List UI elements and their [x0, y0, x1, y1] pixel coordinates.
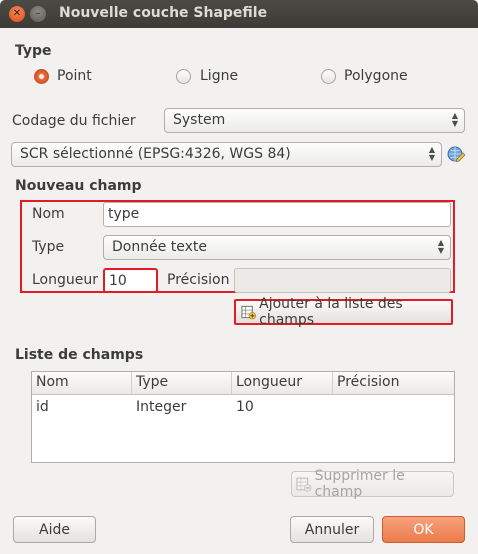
radio-ligne[interactable]: [176, 69, 191, 84]
name-label: Nom: [32, 206, 65, 222]
new-field-title: Nouveau champ: [15, 178, 142, 194]
delete-field-button[interactable]: Supprimer le champ: [291, 468, 454, 500]
combo-arrows-icon: ▲ ▼: [451, 111, 458, 128]
radio-ligne-label[interactable]: Ligne: [200, 68, 238, 84]
column-header-nom[interactable]: Nom: [32, 372, 132, 394]
remove-from-table-icon: [296, 477, 312, 492]
help-button[interactable]: Aide: [13, 516, 96, 543]
field-list-title: Liste de champs: [15, 347, 144, 363]
field-list-table[interactable]: Nom Type Longueur Précision id Integer 1…: [31, 371, 455, 463]
ok-button-label: OK: [413, 521, 434, 538]
cell-nom: id: [36, 399, 49, 415]
name-field[interactable]: type: [103, 202, 451, 227]
column-header-longueur[interactable]: Longueur: [232, 372, 333, 394]
encoding-label: Codage du fichier: [12, 113, 136, 129]
crs-picker-button[interactable]: [446, 144, 468, 164]
add-to-table-icon: [241, 305, 256, 320]
ok-button[interactable]: OK: [382, 516, 465, 543]
radio-polygone[interactable]: [321, 69, 336, 84]
cancel-button[interactable]: Annuler: [290, 516, 374, 543]
field-type-combo[interactable]: Donnée texte ▲ ▼: [103, 235, 451, 260]
delete-field-button-label: Supprimer le champ: [314, 468, 405, 500]
radio-point[interactable]: [34, 69, 49, 84]
crs-value: SCR sélectionné (EPSG:4326, WGS 84): [20, 146, 291, 162]
radio-point-label[interactable]: Point: [57, 68, 92, 84]
close-icon[interactable]: ✕: [9, 6, 25, 22]
crs-combo[interactable]: SCR sélectionné (EPSG:4326, WGS 84) ▲ ▼: [11, 142, 442, 167]
precision-label: Précision: [167, 272, 230, 288]
column-header-type[interactable]: Type: [132, 372, 232, 394]
encoding-value: System: [173, 112, 226, 128]
length-field[interactable]: 10: [103, 268, 158, 293]
precision-field[interactable]: [234, 268, 451, 293]
radio-polygone-label[interactable]: Polygone: [344, 68, 408, 84]
globe-pencil-icon: [447, 146, 466, 162]
title-bar: ✕ – Nouvelle couche Shapefile: [0, 0, 478, 28]
length-label: Longueur: [32, 272, 98, 288]
encoding-combo[interactable]: System ▲ ▼: [164, 108, 465, 133]
type-label: Type: [32, 239, 65, 255]
field-type-value: Donnée texte: [112, 239, 208, 255]
add-field-button-label: Ajouter à la liste des champs: [259, 296, 403, 328]
cancel-button-label: Annuler: [304, 521, 360, 538]
cell-longueur: 10: [236, 399, 254, 415]
column-header-precision[interactable]: Précision: [333, 372, 454, 394]
window-title: Nouvelle couche Shapefile: [59, 5, 268, 21]
combo-arrows-icon: ▲ ▼: [437, 238, 444, 255]
add-field-button[interactable]: Ajouter à la liste des champs: [234, 296, 453, 328]
table-header: Nom Type Longueur Précision: [32, 372, 454, 395]
cell-type: Integer: [136, 399, 187, 415]
minimize-icon[interactable]: –: [30, 6, 46, 22]
combo-arrows-icon: ▲ ▼: [428, 145, 435, 162]
type-section-title: Type: [15, 43, 52, 59]
